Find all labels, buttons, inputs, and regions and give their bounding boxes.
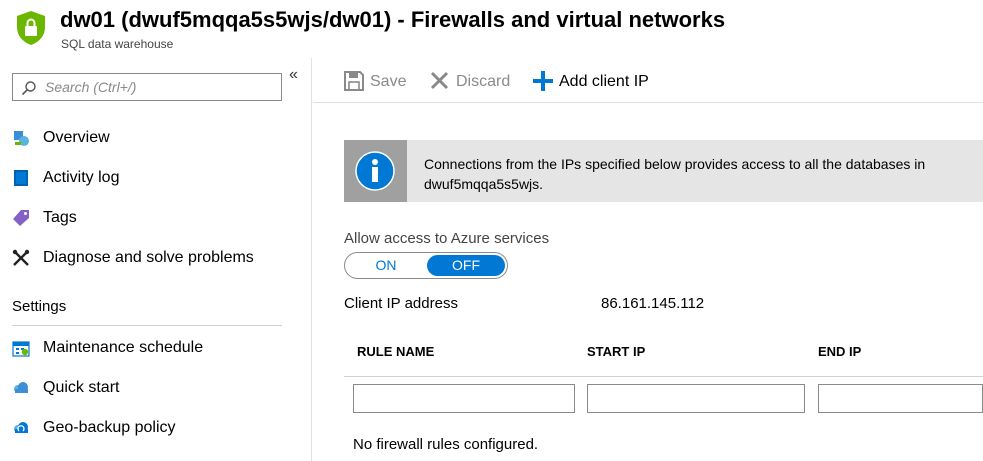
sidebar-item-label: Activity log: [43, 169, 120, 186]
allow-azure-services-toggle[interactable]: ON OFF: [344, 252, 508, 279]
collapse-menu-button[interactable]: «: [289, 66, 298, 84]
client-ip-label: Client IP address: [344, 295, 458, 312]
search-icon: [21, 81, 36, 96]
sidebar-item-label: Geo-backup policy: [43, 419, 176, 436]
activity-log-icon: [14, 170, 28, 186]
discard-button[interactable]: Discard: [429, 70, 514, 94]
close-icon: [430, 71, 449, 90]
end-ip-input[interactable]: [818, 384, 983, 413]
sidebar-item-maintenance-schedule[interactable]: Maintenance schedule: [0, 330, 311, 366]
section-settings: Settings: [12, 298, 67, 315]
discard-label: Discard: [456, 73, 511, 90]
info-icon-box: [344, 140, 407, 202]
save-icon: [344, 71, 364, 91]
calendar-icon: [12, 341, 30, 357]
plus-icon: [533, 71, 553, 91]
column-header-start-ip: START IP: [587, 344, 646, 359]
sidebar-item-activity-log[interactable]: Activity log: [0, 160, 311, 196]
add-client-ip-label: Add client IP: [559, 73, 649, 90]
sidebar-item-label: Maintenance schedule: [43, 339, 204, 356]
column-header-end-ip: END IP: [818, 344, 862, 359]
start-ip-input[interactable]: [587, 384, 805, 413]
page-subtitle: SQL data warehouse: [61, 37, 174, 51]
sidebar-item-label: Quick start: [43, 379, 120, 396]
tag-icon: [13, 210, 29, 226]
save-label: Save: [370, 73, 407, 90]
sidebar-item-overview[interactable]: Overview: [0, 120, 311, 156]
sidebar-item-label: Overview: [43, 129, 110, 146]
info-banner: Connections from the IPs specified below…: [344, 140, 983, 202]
search-input[interactable]: [43, 77, 273, 97]
table-header-divider: [344, 376, 983, 377]
blade-header: dw01 (dwuf5mqqa5s5wjs/dw01) - Firewalls …: [0, 0, 983, 58]
rule-name-input[interactable]: [353, 384, 575, 413]
sidebar-item-geo-backup-policy[interactable]: Geo-backup policy: [0, 410, 311, 446]
search-box[interactable]: [12, 73, 282, 101]
sidebar-item-diagnose[interactable]: Diagnose and solve problems: [0, 240, 311, 276]
empty-rules-message: No firewall rules configured.: [353, 436, 539, 453]
sidebar-item-label: Tags: [43, 209, 77, 226]
save-button[interactable]: Save: [343, 70, 408, 94]
sidebar-item-label: Diagnose and solve problems: [43, 249, 254, 266]
command-bar: Save Discard Add client IP: [313, 58, 983, 103]
toggle-on-option[interactable]: ON: [347, 255, 425, 276]
wrench-icon: [12, 249, 30, 266]
cloud-backup-icon: [14, 422, 28, 433]
column-header-rule-name: RULE NAME: [357, 344, 435, 359]
sidebar-item-tags[interactable]: Tags: [0, 200, 311, 236]
info-icon: [355, 151, 395, 191]
cloud-icon: [14, 382, 28, 393]
overview-icon: [14, 131, 29, 146]
toggle-off-option[interactable]: OFF: [427, 255, 505, 276]
shield-lock-icon: [17, 11, 45, 45]
add-client-ip-button[interactable]: Add client IP: [532, 70, 657, 94]
section-divider: [12, 325, 282, 326]
info-message: Connections from the IPs specified below…: [424, 156, 926, 192]
resource-menu: « Overview Activity log Tags Diag: [0, 58, 312, 461]
client-ip-value: 86.161.145.112: [601, 295, 705, 312]
page-title: dw01 (dwuf5mqqa5s5wjs/dw01) - Firewalls …: [60, 7, 726, 32]
sidebar-item-quick-start[interactable]: Quick start: [0, 370, 311, 406]
allow-azure-services-label: Allow access to Azure services: [344, 230, 550, 247]
